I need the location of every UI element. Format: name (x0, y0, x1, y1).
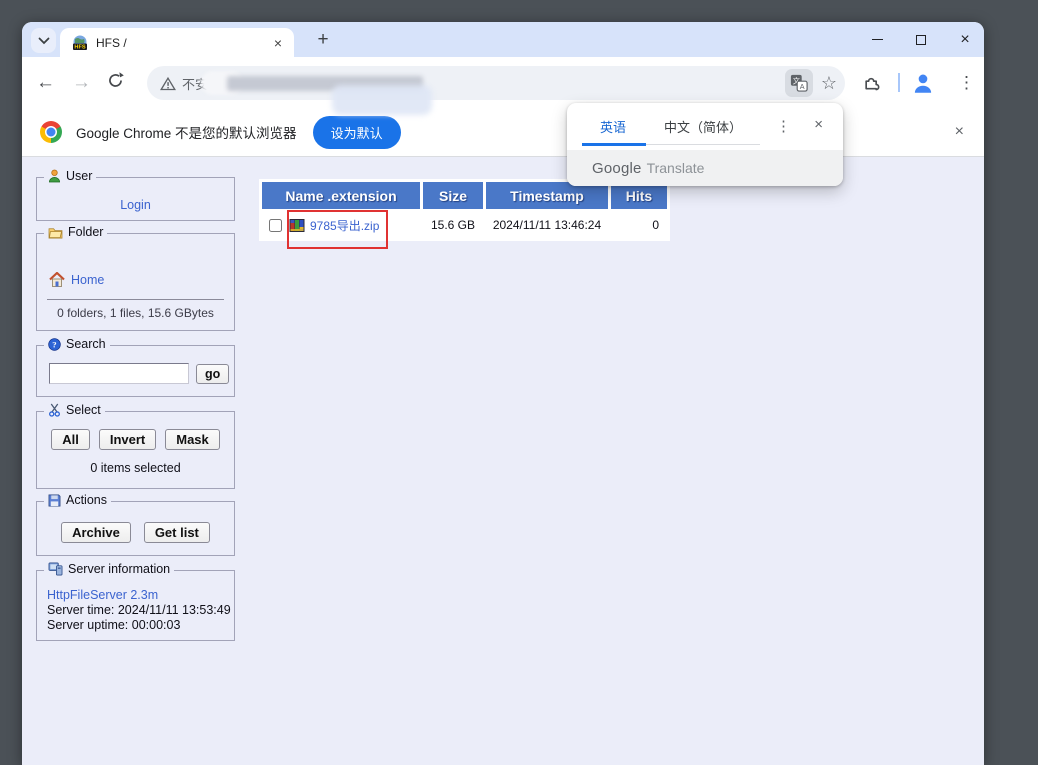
folder-panel: Folder Home 0 folders, 1 files, 15.6 GBy… (36, 233, 235, 331)
window-close-button[interactable]: × (956, 31, 974, 49)
scissors-icon (48, 403, 61, 417)
tab-close-icon[interactable]: × (270, 35, 286, 51)
column-header-hits[interactable]: Hits (611, 182, 667, 209)
set-default-button[interactable]: 设为默认 (313, 116, 401, 149)
server-info-legend: Server information (44, 562, 174, 576)
browser-toolbar: ← → 不安 (22, 57, 984, 108)
user-panel-legend: User (44, 169, 96, 183)
hfs-favicon-icon: HFS (72, 35, 88, 51)
tab-hfs[interactable]: HFS HFS / × (60, 28, 294, 57)
folder-icon (48, 226, 63, 239)
reload-button[interactable] (106, 71, 125, 90)
forward-button[interactable]: → (72, 72, 91, 94)
extensions-icon[interactable] (862, 72, 882, 92)
login-link[interactable]: Login (120, 198, 151, 212)
archive-button[interactable]: Archive (61, 522, 131, 543)
chrome-logo-icon (40, 121, 62, 143)
not-secure-warning-icon (160, 76, 176, 91)
server-info-title: Server information (68, 562, 170, 576)
notification-close-icon[interactable]: × (955, 123, 964, 141)
maximize-button[interactable] (912, 31, 930, 49)
minimize-button[interactable] (868, 31, 886, 49)
column-header-timestamp[interactable]: Timestamp (486, 182, 608, 209)
google-brand-label: Google (592, 160, 642, 177)
select-invert-button[interactable]: Invert (99, 429, 156, 450)
actions-panel-title: Actions (66, 493, 107, 507)
home-icon (49, 272, 65, 287)
translate-active-underline (582, 143, 646, 146)
translate-popup-tabs: 英语 中文（简体） ⋮ × (567, 103, 843, 150)
select-panel-title: Select (66, 403, 101, 417)
annotation-highlight-box (287, 210, 388, 249)
translate-footer: Google Translate (567, 150, 843, 186)
select-panel: Select All Invert Mask 0 items selected (36, 411, 235, 489)
search-panel-legend: ? Search (44, 337, 110, 351)
column-header-name[interactable]: Name .extension (262, 182, 420, 209)
search-go-button[interactable]: go (196, 364, 229, 384)
translate-popup: 英语 中文（简体） ⋮ × Google Translate (567, 103, 843, 186)
actions-panel-legend: Actions (44, 493, 111, 507)
default-browser-message: Google Chrome 不是您的默认浏览器 (76, 122, 297, 142)
hfs-version-link[interactable]: HttpFileServer 2.3m (47, 588, 158, 602)
folder-panel-title: Folder (68, 225, 103, 239)
folder-divider (47, 299, 224, 300)
select-all-button[interactable]: All (51, 429, 90, 450)
hfs-page: User Login Folder (22, 157, 984, 765)
server-info-panel: Server information HttpFileServer 2.3m S… (36, 570, 235, 641)
toolbar-divider (898, 73, 900, 92)
redaction-smudge (332, 85, 432, 115)
translate-close-icon[interactable]: × (814, 116, 823, 133)
translate-icon: 文 A (790, 74, 808, 92)
server-icon (48, 562, 63, 576)
user-icon (48, 169, 61, 183)
tab-strip: HFS HFS / × + × (22, 22, 984, 57)
translate-button[interactable]: 文 A (785, 69, 813, 97)
server-uptime: Server uptime: 00:00:03 (47, 618, 234, 633)
translate-product-label: Translate (647, 160, 705, 176)
home-link[interactable]: Home (71, 273, 104, 287)
file-timestamp: 2024/11/11 13:46:24 (486, 212, 608, 238)
save-icon (48, 494, 61, 507)
help-icon: ? (48, 338, 61, 351)
get-list-button[interactable]: Get list (144, 522, 210, 543)
file-table-header-row: Name .extension Size Timestamp Hits (262, 182, 667, 209)
file-hits: 0 (611, 212, 667, 238)
new-tab-button[interactable]: + (310, 27, 336, 53)
translate-tab-target[interactable]: 中文（简体） (664, 117, 742, 136)
svg-text:A: A (800, 82, 805, 91)
tab-title: HFS / (96, 36, 270, 50)
search-input[interactable] (49, 363, 189, 384)
back-button[interactable]: ← (36, 72, 55, 94)
selection-status: 0 items selected (37, 461, 234, 475)
browser-menu-icon[interactable]: ⋮ (958, 73, 975, 93)
translate-tab-source[interactable]: 英语 (600, 117, 626, 136)
column-header-size[interactable]: Size (423, 182, 483, 209)
search-panel-title: Search (66, 337, 106, 351)
minimize-icon (872, 39, 883, 40)
user-panel-title: User (66, 169, 92, 183)
tab-search-button[interactable] (31, 28, 56, 53)
select-panel-legend: Select (44, 403, 105, 417)
chevron-down-icon (38, 37, 50, 45)
folder-stats: 0 folders, 1 files, 15.6 GBytes (37, 306, 234, 320)
profile-avatar-icon[interactable] (910, 70, 936, 96)
file-checkbox[interactable] (269, 219, 282, 232)
translate-menu-icon[interactable]: ⋮ (776, 117, 791, 135)
maximize-icon (916, 35, 926, 45)
svg-text:HFS: HFS (74, 44, 85, 50)
folder-panel-legend: Folder (44, 225, 107, 239)
select-mask-button[interactable]: Mask (165, 429, 220, 450)
file-size: 15.6 GB (423, 212, 483, 238)
actions-panel: Actions Archive Get list (36, 501, 235, 556)
svg-text:?: ? (52, 339, 56, 349)
window-controls: × (868, 22, 974, 57)
address-bar[interactable]: 不安 文 A ☆ (147, 66, 845, 100)
user-panel: User Login (36, 177, 235, 221)
server-time: Server time: 2024/11/11 13:53:49 (47, 603, 234, 618)
search-panel: ? Search go (36, 345, 235, 397)
browser-window: HFS HFS / × + × ← → (22, 22, 984, 765)
bookmark-star-icon[interactable]: ☆ (821, 73, 837, 94)
